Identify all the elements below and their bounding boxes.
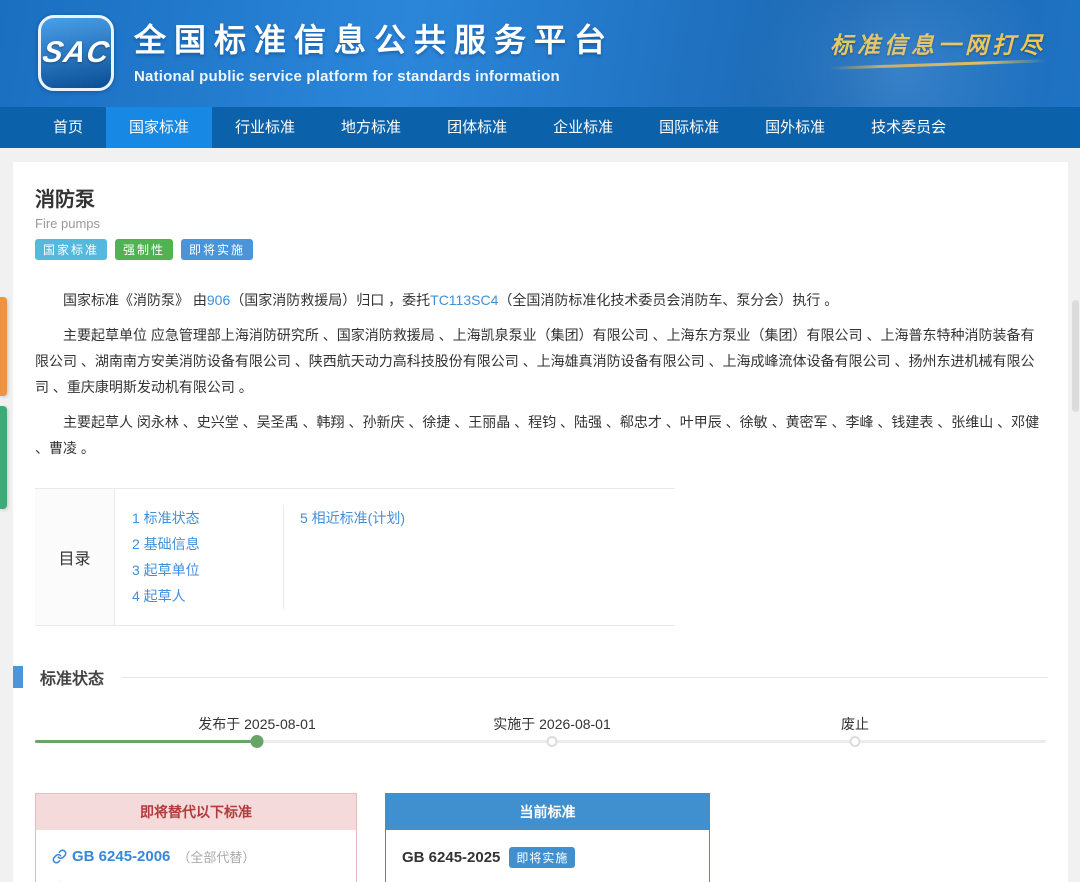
ownership-paragraph: 国家标准《消防泵》 由906（国家消防救援局）归口 ，委托TC113SC4（全国… — [35, 287, 1046, 313]
upcoming-implementation-badge: 即将实施 — [509, 847, 575, 868]
nav-item-national-standards[interactable]: 国家标准 — [106, 107, 212, 148]
timeline-progress — [35, 740, 257, 743]
site-subtitle: National public service platform for sta… — [134, 68, 614, 85]
scrollbar-thumb[interactable] — [1072, 300, 1079, 412]
toc-label: 目录 — [35, 489, 115, 625]
slogan-underline — [830, 59, 1046, 70]
standard-title-cn: 消防泵 — [35, 183, 1046, 212]
link-icon — [52, 849, 67, 864]
current-standard-card: 当前标准 GB 6245-2025 即将实施 消防泵 — [385, 793, 710, 882]
sac-logo-text: SAC — [40, 36, 112, 70]
replaced-card-row: GB 6245-2006 （全部代替） — [52, 847, 340, 866]
content-card: 消防泵 Fire pumps 国家标准 强制性 即将实施 国家标准《消防泵》 由… — [13, 162, 1068, 882]
sac-logo: SAC — [38, 15, 114, 91]
timeline-label-abolished: 废止 — [841, 714, 869, 734]
standard-tags: 国家标准 强制性 即将实施 — [35, 239, 1046, 260]
timeline-label-implemented: 实施于 2026-08-01 — [493, 714, 611, 734]
drafting-units-paragraph: 主要起草单位 应急管理部上海消防研究所 、国家消防救援局 、上海凯泉泵业（集团）… — [35, 322, 1046, 400]
section-marker — [13, 666, 23, 688]
tag-upcoming-implementation: 即将实施 — [181, 239, 253, 260]
nav-item-home[interactable]: 首页 — [30, 107, 106, 148]
current-standard-code: GB 6245-2025 — [402, 849, 500, 866]
drafters-paragraph: 主要起草人 闵永林 、史兴堂 、吴圣禹 、韩翔 、孙新庆 、徐捷 、王丽晶 、程… — [35, 409, 1046, 461]
site-title-block: 全国标准信息公共服务平台 National public service pla… — [134, 15, 614, 85]
replaced-card-body: GB 6245-2006 （全部代替） 消防泵 — [36, 830, 356, 882]
status-section-title: 标准状态 — [40, 665, 104, 689]
replaced-standard-note: （全部代替） — [177, 847, 255, 866]
ownership-prefix: 国家标准《消防泵》 由 — [63, 292, 207, 308]
nav-item-foreign-standards[interactable]: 国外标准 — [742, 107, 848, 148]
nav-item-international-standards[interactable]: 国际标准 — [636, 107, 742, 148]
toc-column-1: 1 标准状态 2 基础信息 3 起草单位 4 起草人 — [115, 505, 283, 609]
status-section-header: 标准状态 — [13, 665, 1068, 689]
tc-code-link[interactable]: TC113SC4 — [430, 292, 498, 308]
current-card-body: GB 6245-2025 即将实施 消防泵 — [386, 830, 709, 882]
toc-column-2: 5 相近标准(计划) — [283, 505, 583, 609]
nav-item-industry-standards[interactable]: 行业标准 — [212, 107, 318, 148]
timeline-dot-published — [251, 735, 264, 748]
tag-mandatory: 强制性 — [115, 239, 173, 260]
site-header: SAC 全国标准信息公共服务平台 National public service… — [0, 0, 1080, 107]
replaced-standard-name: 消防泵 — [52, 878, 340, 882]
toc-link-drafting-units[interactable]: 3 起草单位 — [132, 557, 283, 583]
toc-link-basic-info[interactable]: 2 基础信息 — [132, 531, 283, 557]
nav-item-technical-committees[interactable]: 技术委员会 — [848, 107, 969, 148]
ownership-suffix: （全国消防标准化技术委员会消防车、泵分会）执行 。 — [498, 292, 838, 308]
tag-national-standard: 国家标准 — [35, 239, 107, 260]
side-tab-orange[interactable] — [0, 297, 7, 396]
slogan-text: 标准信息一网打尽 — [830, 26, 1046, 60]
replaced-standard-card: 即将替代以下标准 GB 6245-2006 （全部代替） 消防泵 — [35, 793, 357, 882]
nav-item-local-standards[interactable]: 地方标准 — [318, 107, 424, 148]
timeline-label-published: 发布于 2025-08-01 — [198, 714, 316, 734]
toc-link-similar-standards[interactable]: 5 相近标准(计划) — [300, 505, 583, 531]
slogan-block: 标准信息一网打尽 — [830, 26, 1046, 66]
replaced-card-header: 即将替代以下标准 — [36, 794, 356, 830]
site-title: 全国标准信息公共服务平台 — [134, 15, 614, 61]
status-cards: 即将替代以下标准 GB 6245-2006 （全部代替） 消防泵 当前标准 GB… — [35, 793, 1046, 882]
toc-link-standard-status[interactable]: 1 标准状态 — [132, 505, 283, 531]
standard-title-en: Fire pumps — [35, 216, 1046, 231]
nav-item-group-standards[interactable]: 团体标准 — [424, 107, 530, 148]
side-tab-green[interactable] — [0, 406, 7, 509]
ownership-middle: （国家消防救援局）归口 ，委托 — [230, 292, 430, 308]
dept-code-link[interactable]: 906 — [207, 292, 230, 308]
main-nav: 首页 国家标准 行业标准 地方标准 团体标准 企业标准 国际标准 国外标准 技术… — [0, 107, 1080, 148]
replaced-standard-link[interactable]: GB 6245-2006 — [72, 848, 170, 865]
toc-columns: 1 标准状态 2 基础信息 3 起草单位 4 起草人 5 相近标准(计划) — [115, 489, 583, 625]
status-timeline: 发布于 2025-08-01 实施于 2026-08-01 废止 — [35, 711, 1046, 763]
nav-item-enterprise-standards[interactable]: 企业标准 — [530, 107, 636, 148]
toc-link-drafters[interactable]: 4 起草人 — [132, 583, 283, 609]
current-card-row: GB 6245-2025 即将实施 — [402, 847, 693, 868]
standard-header: 消防泵 Fire pumps 国家标准 强制性 即将实施 — [13, 162, 1068, 260]
timeline-dot-implemented — [547, 736, 558, 747]
table-of-contents: 目录 1 标准状态 2 基础信息 3 起草单位 4 起草人 5 相近标准(计划) — [35, 488, 675, 626]
section-divider — [122, 677, 1048, 678]
standard-description: 国家标准《消防泵》 由906（国家消防救援局）归口 ，委托TC113SC4（全国… — [13, 260, 1068, 461]
timeline-dot-abolished — [850, 736, 861, 747]
current-card-header: 当前标准 — [386, 794, 709, 830]
